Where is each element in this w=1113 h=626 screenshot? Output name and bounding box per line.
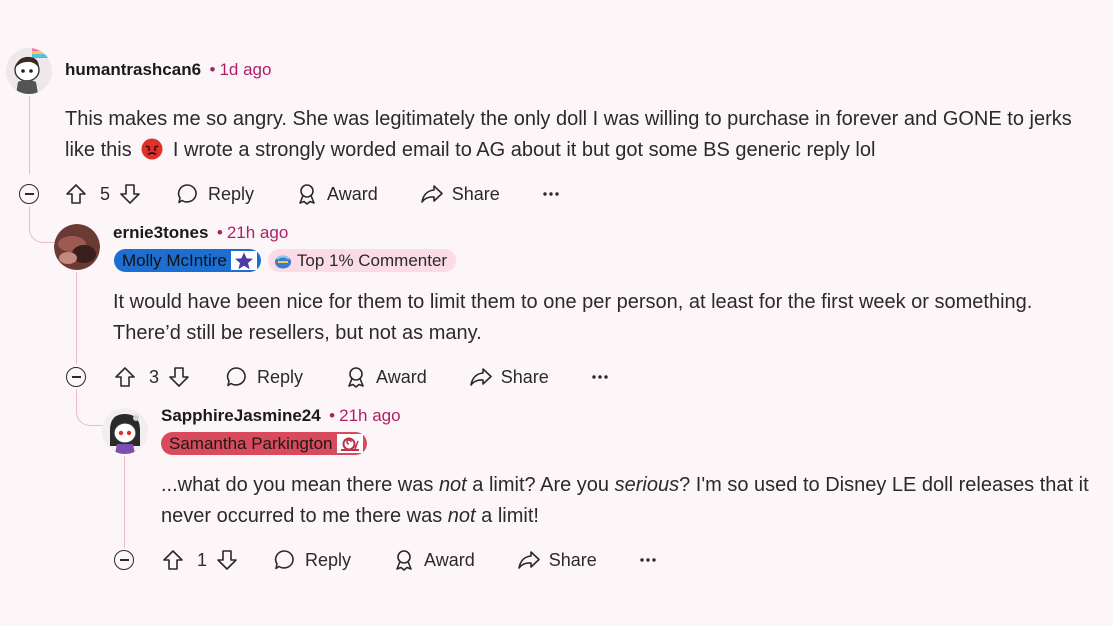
shield-icon (274, 253, 292, 269)
avatar[interactable] (6, 48, 52, 94)
avatar-image-icon (54, 224, 100, 270)
reply-icon (274, 550, 294, 570)
reply-button[interactable]: Reply (273, 548, 351, 572)
thread-line-3 (124, 456, 125, 548)
award-button[interactable]: Award (295, 182, 378, 206)
upvote-button[interactable] (161, 548, 185, 572)
reply-icon (226, 367, 246, 387)
comment-timestamp: • 21h ago (329, 406, 401, 425)
more-options-button[interactable] (591, 374, 609, 380)
collapse-icon[interactable] (66, 367, 86, 387)
comment-body: It would have been nice for them to limi… (113, 291, 1033, 344)
more-icon (640, 558, 656, 562)
upvote-icon (163, 550, 183, 570)
comment-actions: 5 Reply Award Share (64, 180, 560, 208)
comment-body: ...what do you mean there was not a limi… (161, 474, 1089, 527)
share-icon (469, 368, 492, 386)
thread-line-2 (76, 272, 77, 364)
comment-timestamp: • 1d ago (209, 60, 272, 79)
avatar[interactable] (102, 408, 148, 454)
award-button[interactable]: Award (344, 365, 427, 389)
top-commenter-badge: Top 1% Commenter (267, 249, 457, 272)
comment-actions: 1 Reply Award Share (161, 546, 657, 574)
reply-button[interactable]: Reply (225, 365, 303, 389)
snail-icon (336, 434, 363, 453)
avatar[interactable] (54, 224, 100, 270)
comment-timestamp: • 21h ago (216, 223, 289, 242)
downvote-icon (169, 367, 189, 387)
user-flair: Samantha Parkington (161, 432, 367, 455)
username[interactable]: ernie3tones (113, 223, 208, 242)
upvote-button[interactable] (113, 365, 137, 389)
username[interactable]: humantrashcan6 (65, 60, 201, 79)
share-button[interactable]: Share (517, 548, 597, 572)
downvote-button[interactable] (215, 548, 239, 572)
comment-body: This makes me so angry. She was legitima… (65, 104, 1075, 170)
username[interactable]: SapphireJasmine24 (161, 406, 321, 425)
thread-connector-2 (76, 389, 103, 426)
share-icon (420, 185, 443, 203)
avatar-image-icon (102, 408, 148, 454)
share-icon (517, 551, 540, 569)
vote-count: 3 (149, 366, 160, 387)
star-icon (230, 251, 257, 270)
reply-icon (177, 184, 197, 204)
upvote-button[interactable] (64, 182, 88, 206)
collapse-icon[interactable] (19, 184, 39, 204)
reply-button[interactable]: Reply (176, 182, 254, 206)
downvote-icon (217, 550, 237, 570)
comment-actions: 3 Reply Award Share (113, 363, 609, 391)
share-button[interactable]: Share (420, 182, 500, 206)
upvote-icon (115, 367, 135, 387)
upvote-icon (66, 184, 86, 204)
user-flair: Molly McIntire (114, 249, 261, 272)
thread-connector-1 (29, 206, 54, 243)
award-icon (299, 184, 315, 205)
share-button[interactable]: Share (469, 365, 549, 389)
collapse-icon[interactable] (114, 550, 134, 570)
avatar-image-icon (6, 48, 52, 94)
more-icon (543, 192, 559, 196)
more-icon (592, 375, 608, 379)
more-options-button[interactable] (639, 557, 657, 563)
vote-count: 1 (197, 549, 208, 570)
vote-count: 5 (100, 183, 111, 204)
award-button[interactable]: Award (392, 548, 475, 572)
downvote-button[interactable] (118, 182, 142, 206)
angry-emoji-icon (141, 138, 163, 170)
downvote-button[interactable] (167, 365, 191, 389)
thread-line-1 (29, 96, 30, 174)
award-icon (396, 550, 412, 571)
award-icon (348, 367, 364, 388)
downvote-icon (120, 184, 140, 204)
more-options-button[interactable] (542, 191, 560, 197)
